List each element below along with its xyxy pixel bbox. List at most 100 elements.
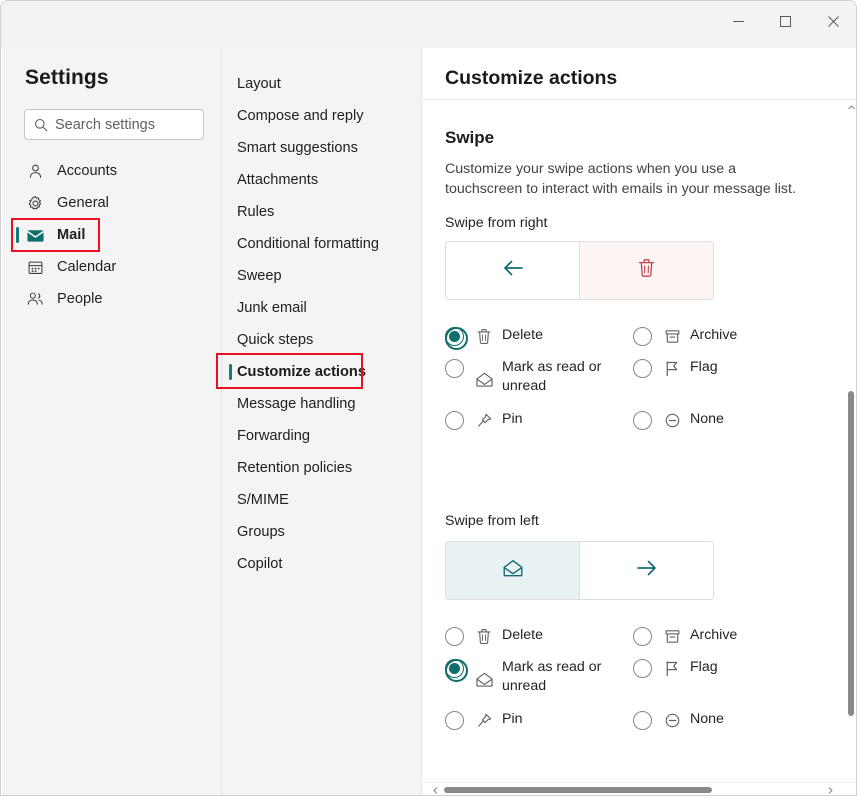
option-right-archive[interactable]: Archive xyxy=(633,326,737,346)
horizontal-scrollbar-thumb[interactable] xyxy=(444,787,712,793)
horizontal-scrollbar[interactable] xyxy=(422,782,857,796)
option-left-flag[interactable]: Flag xyxy=(633,658,718,678)
nav-item-retention-policies[interactable]: Retention policies xyxy=(228,454,416,482)
option-left-mark-read[interactable]: Mark as read or unread xyxy=(445,658,602,696)
vertical-scrollbar-thumb[interactable] xyxy=(848,391,854,716)
option-right-none[interactable]: None xyxy=(633,410,724,430)
nav-item-layout[interactable]: Layout xyxy=(228,70,416,98)
nav-item-message-handling[interactable]: Message handling xyxy=(228,390,416,418)
radio-left-pin[interactable] xyxy=(445,711,464,730)
radio-right-delete[interactable] xyxy=(445,327,464,346)
maximize-button[interactable] xyxy=(762,1,808,41)
sidebar-item-people[interactable]: People xyxy=(12,285,212,313)
selection-indicator xyxy=(16,227,19,243)
envelope-open-icon xyxy=(474,369,494,389)
radio-left-none[interactable] xyxy=(633,711,652,730)
sidebar-item-general[interactable]: General xyxy=(12,189,212,217)
search-settings-box[interactable] xyxy=(24,109,204,140)
nav-item-label: Customize actions xyxy=(237,364,366,380)
option-label: None xyxy=(690,710,724,729)
nav-item-label: Sweep xyxy=(237,268,282,284)
option-left-delete[interactable]: Delete xyxy=(445,626,543,646)
label-swipe-from-left: Swipe from left xyxy=(445,513,539,529)
preview-left-half xyxy=(446,542,579,599)
circle-minus-icon xyxy=(662,710,682,730)
sidebar-item-label: People xyxy=(57,291,102,307)
nav-item-attachments[interactable]: Attachments xyxy=(228,166,416,194)
option-left-archive[interactable]: Archive xyxy=(633,626,737,646)
swipe-right-preview xyxy=(445,241,714,300)
nav-item-copilot[interactable]: Copilot xyxy=(228,550,416,578)
nav-item-smime[interactable]: S/MIME xyxy=(228,486,416,514)
sidebar-item-calendar[interactable]: Calendar xyxy=(12,253,212,281)
nav-item-label: Conditional formatting xyxy=(237,236,379,252)
radio-right-mark-read[interactable] xyxy=(445,359,464,378)
nav-item-conditional-formatting[interactable]: Conditional formatting xyxy=(228,230,416,258)
option-label: Mark as read or unread xyxy=(502,658,602,696)
archive-icon xyxy=(662,326,682,346)
scroll-left-arrow[interactable] xyxy=(429,783,441,796)
option-right-flag[interactable]: Flag xyxy=(633,358,718,378)
nav-item-label: Attachments xyxy=(237,172,318,188)
radio-left-delete[interactable] xyxy=(445,627,464,646)
nav-item-label: Rules xyxy=(237,204,274,220)
option-label: Archive xyxy=(690,626,737,645)
settings-scroll-area: Swipe Customize your swipe actions when … xyxy=(422,101,846,796)
nav-item-customize-actions[interactable]: Customize actions xyxy=(228,358,416,386)
nav-item-label: Message handling xyxy=(237,396,355,412)
swipe-left-preview xyxy=(445,541,714,600)
nav-item-forwarding[interactable]: Forwarding xyxy=(228,422,416,450)
nav-item-compose-and-reply[interactable]: Compose and reply xyxy=(228,102,416,130)
option-right-pin[interactable]: Pin xyxy=(445,410,523,430)
nav-item-sweep[interactable]: Sweep xyxy=(228,262,416,290)
content-pane: Customize actions Swipe Customize your s… xyxy=(421,48,857,796)
trash-icon xyxy=(637,258,656,283)
sidebar-item-accounts[interactable]: Accounts xyxy=(12,157,212,185)
envelope-open-icon xyxy=(502,558,524,583)
arrow-right-icon xyxy=(635,557,659,584)
maximize-icon xyxy=(780,16,791,27)
nav-item-rules[interactable]: Rules xyxy=(228,198,416,226)
trash-icon xyxy=(474,326,494,346)
radio-right-none[interactable] xyxy=(633,411,652,430)
page-title: Customize actions xyxy=(445,67,617,90)
option-left-pin[interactable]: Pin xyxy=(445,710,523,730)
nav-item-label: Groups xyxy=(237,524,285,540)
scroll-up-arrow[interactable] xyxy=(845,101,857,113)
arrow-left-icon xyxy=(501,257,525,284)
selection-indicator xyxy=(229,364,232,380)
preview-left-half xyxy=(446,242,579,299)
radio-right-pin[interactable] xyxy=(445,411,464,430)
title-bar xyxy=(1,1,857,48)
nav-item-junk-email[interactable]: Junk email xyxy=(228,294,416,322)
minimize-button[interactable] xyxy=(715,1,761,41)
option-right-delete[interactable]: Delete xyxy=(445,326,543,346)
option-left-none[interactable]: None xyxy=(633,710,724,730)
nav-item-label: Retention policies xyxy=(237,460,352,476)
circle-minus-icon xyxy=(662,410,682,430)
close-button[interactable] xyxy=(810,1,856,41)
radio-right-flag[interactable] xyxy=(633,359,652,378)
person-icon xyxy=(24,160,46,182)
radio-left-archive[interactable] xyxy=(633,627,652,646)
pin-icon xyxy=(474,410,494,430)
nav-item-groups[interactable]: Groups xyxy=(228,518,416,546)
scroll-right-arrow[interactable] xyxy=(824,783,836,796)
sidebar-item-label: Accounts xyxy=(57,163,117,179)
nav-item-quick-steps[interactable]: Quick steps xyxy=(228,326,416,354)
radio-right-archive[interactable] xyxy=(633,327,652,346)
option-right-mark-read[interactable]: Mark as read or unread xyxy=(445,358,602,396)
search-icon xyxy=(34,118,48,132)
calendar-icon xyxy=(24,256,46,278)
nav-item-label: Copilot xyxy=(237,556,282,572)
preview-right-half xyxy=(580,242,713,299)
radio-left-mark-read[interactable] xyxy=(445,659,464,678)
settings-sidebar: Settings Accounts xyxy=(2,48,221,796)
gear-icon xyxy=(24,192,46,214)
nav-item-smart-suggestions[interactable]: Smart suggestions xyxy=(228,134,416,162)
option-label: Pin xyxy=(502,710,523,729)
search-input[interactable] xyxy=(55,117,185,133)
radio-left-flag[interactable] xyxy=(633,659,652,678)
vertical-scrollbar[interactable] xyxy=(845,101,857,796)
sidebar-item-mail[interactable]: Mail xyxy=(12,221,212,249)
